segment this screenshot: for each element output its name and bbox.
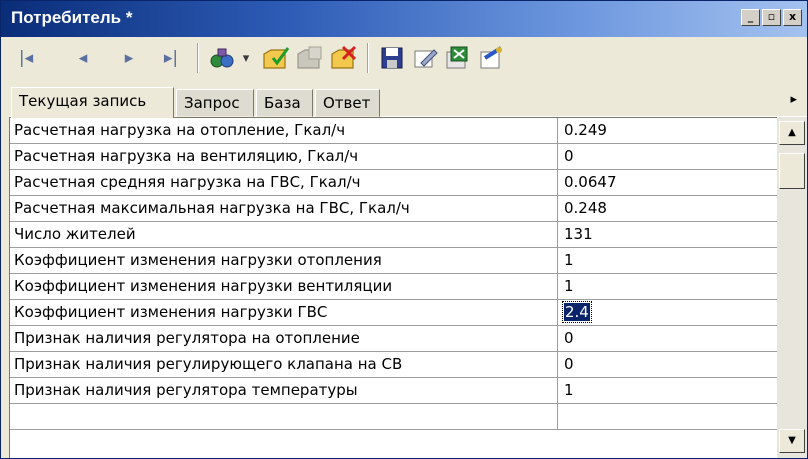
add-record-icon[interactable] bbox=[261, 44, 291, 72]
consumer-window: Потребитель * _ ▫ x |◂ ◂ ▸ ▸| ▾ Текущая … bbox=[0, 0, 808, 459]
properties-grid: Расчетная нагрузка на отопление, Гкал/ч … bbox=[9, 117, 777, 458]
table-row[interactable]: Признак наличия регулятора на отопление … bbox=[10, 326, 777, 352]
property-value-text: 1 bbox=[564, 251, 574, 269]
property-name: Число жителей bbox=[10, 222, 558, 247]
property-value[interactable]: 0 bbox=[558, 352, 777, 377]
table-row-empty[interactable] bbox=[10, 404, 777, 430]
nav-prev-icon[interactable]: ◂ bbox=[73, 45, 93, 71]
tab-answer[interactable]: Ответ bbox=[315, 89, 380, 117]
tab-query[interactable]: Запрос bbox=[176, 89, 254, 117]
property-value-editor[interactable]: 2.4 bbox=[558, 300, 777, 325]
vertical-scrollbar[interactable]: ▲ ▼ bbox=[777, 117, 807, 458]
property-name: Признак наличия регулятора температуры bbox=[10, 378, 558, 403]
table-row[interactable]: Коэффициент изменения нагрузки вентиляци… bbox=[10, 274, 777, 300]
tab-strip: Текущая запись Запрос База Ответ bbox=[1, 79, 807, 118]
edit-icon[interactable] bbox=[411, 45, 439, 71]
property-value-text: 0 bbox=[564, 355, 574, 373]
table-row-selected[interactable]: Коэффициент изменения нагрузки ГВС 2.4 bbox=[10, 300, 777, 326]
window-title: Потребитель * bbox=[11, 8, 133, 27]
nav-next-icon[interactable]: ▸ bbox=[119, 45, 139, 71]
property-value-text: 0 bbox=[564, 329, 574, 347]
nav-last-icon[interactable]: ▸| bbox=[159, 45, 183, 71]
property-name-empty bbox=[10, 404, 558, 429]
toolbar-separator bbox=[367, 43, 369, 73]
scroll-thumb[interactable] bbox=[779, 153, 805, 189]
property-name: Коэффициент изменения нагрузки ГВС bbox=[10, 300, 558, 325]
title-bar[interactable]: Потребитель * _ ▫ x bbox=[1, 1, 807, 37]
property-value-text: 1 bbox=[564, 277, 574, 295]
table-row[interactable]: Число жителей 131 bbox=[10, 222, 777, 248]
report-icon[interactable] bbox=[477, 44, 507, 72]
nav-first-icon[interactable]: |◂ bbox=[15, 45, 37, 71]
table-row[interactable]: Расчетная нагрузка на вентиляцию, Гкал/ч… bbox=[10, 144, 777, 170]
tab-current-record[interactable]: Текущая запись bbox=[11, 87, 174, 118]
save-icon[interactable] bbox=[379, 45, 405, 71]
property-name: Признак наличия регулирующего клапана на… bbox=[10, 352, 558, 377]
property-name: Расчетная нагрузка на отопление, Гкал/ч bbox=[10, 118, 558, 143]
minimize-button[interactable]: _ bbox=[741, 9, 760, 26]
property-name: Коэффициент изменения нагрузки вентиляци… bbox=[10, 274, 558, 299]
selected-value-text[interactable]: 2.4 bbox=[562, 301, 592, 323]
maximize-button[interactable]: ▫ bbox=[762, 9, 781, 26]
scroll-down-button[interactable]: ▼ bbox=[779, 429, 805, 453]
property-name: Расчетная средняя нагрузка на ГВС, Гкал/… bbox=[10, 170, 558, 195]
table-row[interactable]: Расчетная средняя нагрузка на ГВС, Гкал/… bbox=[10, 170, 777, 196]
property-value[interactable]: 131 bbox=[558, 222, 777, 247]
property-value-text: 131 bbox=[564, 225, 593, 243]
tab-base[interactable]: База bbox=[256, 89, 313, 117]
scroll-up-button[interactable]: ▲ bbox=[779, 121, 805, 145]
tab-scroll-right-icon[interactable]: ▸ bbox=[790, 92, 797, 107]
table-row[interactable]: Признак наличия регулирующего клапана на… bbox=[10, 352, 777, 378]
toolbar: |◂ ◂ ▸ ▸| ▾ bbox=[1, 37, 807, 79]
property-value[interactable]: 0.248 bbox=[558, 196, 777, 221]
property-value[interactable]: 1 bbox=[558, 274, 777, 299]
property-value[interactable]: 0.249 bbox=[558, 118, 777, 143]
property-value-text: 0 bbox=[564, 147, 574, 165]
property-value-text: 1 bbox=[564, 381, 574, 399]
dropdown-arrow-icon[interactable]: ▾ bbox=[239, 45, 253, 71]
table-row[interactable]: Расчетная нагрузка на отопление, Гкал/ч … bbox=[10, 118, 777, 144]
export-icon[interactable] bbox=[443, 44, 473, 72]
property-value-text: 0.0647 bbox=[564, 173, 617, 191]
copy-record-icon[interactable] bbox=[295, 44, 325, 72]
delete-record-icon[interactable] bbox=[329, 44, 359, 72]
property-value[interactable]: 1 bbox=[558, 248, 777, 273]
property-name: Признак наличия регулятора на отопление bbox=[10, 326, 558, 351]
toolbar-separator bbox=[197, 43, 199, 73]
property-value-text: 0.249 bbox=[564, 121, 607, 139]
property-name: Расчетная максимальная нагрузка на ГВС, … bbox=[10, 196, 558, 221]
property-value[interactable]: 0.0647 bbox=[558, 170, 777, 195]
table-row[interactable]: Расчетная максимальная нагрузка на ГВС, … bbox=[10, 196, 777, 222]
filter-icon[interactable] bbox=[209, 45, 237, 71]
table-row[interactable]: Коэффициент изменения нагрузки отопления… bbox=[10, 248, 777, 274]
property-name: Расчетная нагрузка на вентиляцию, Гкал/ч bbox=[10, 144, 558, 169]
property-value[interactable]: 0 bbox=[558, 144, 777, 169]
property-value-text: 0.248 bbox=[564, 199, 607, 217]
close-button[interactable]: x bbox=[783, 9, 802, 26]
property-name: Коэффициент изменения нагрузки отопления bbox=[10, 248, 558, 273]
property-value[interactable]: 1 bbox=[558, 378, 777, 403]
property-value[interactable]: 0 bbox=[558, 326, 777, 351]
table-row[interactable]: Признак наличия регулятора температуры 1 bbox=[10, 378, 777, 404]
